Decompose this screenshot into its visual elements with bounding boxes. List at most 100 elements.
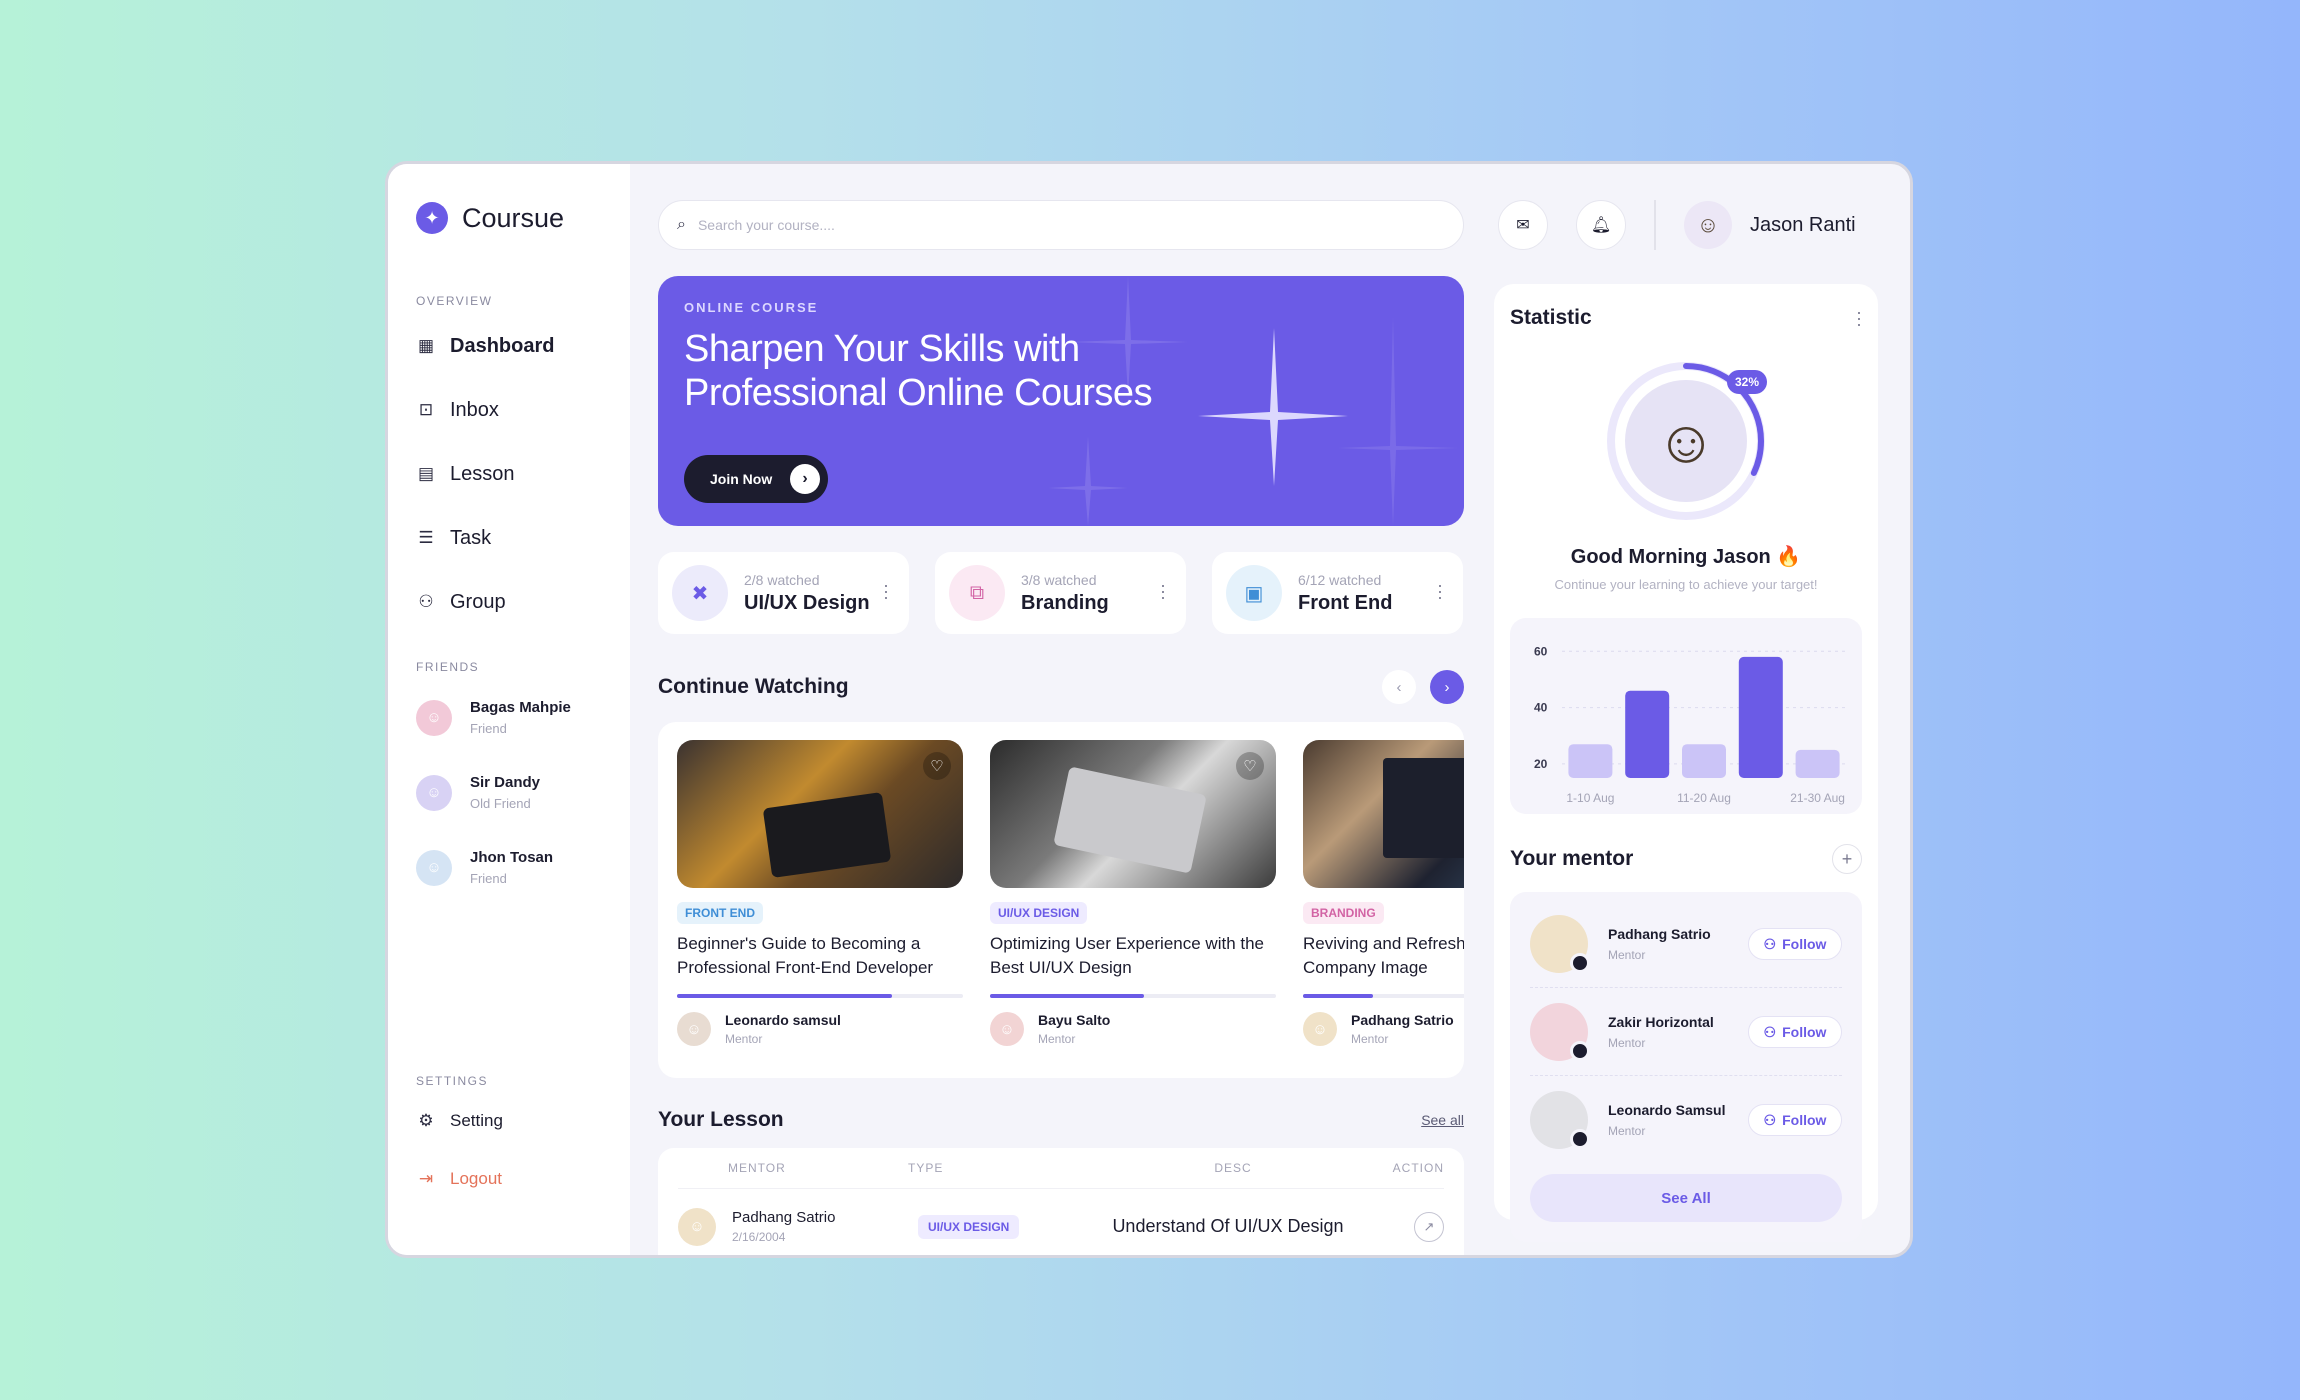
friend-item[interactable]: ☺ Bagas Mahpie Friend [416, 680, 630, 755]
chart-bar[interactable] [1625, 690, 1670, 778]
nav-dashboard[interactable]: ▦ Dashboard [416, 314, 630, 378]
video-thumbnail[interactable]: ♡ [990, 740, 1276, 888]
heart-icon[interactable]: ♡ [923, 752, 951, 780]
add-mentor-button[interactable]: + [1832, 844, 1862, 874]
hero-eyebrow: ONLINE COURSE [684, 300, 819, 315]
app-logo[interactable]: ✦ Coursue [416, 202, 630, 234]
chart-bar[interactable] [1738, 656, 1783, 778]
search-bar[interactable]: ⌕ [658, 200, 1464, 250]
video-tag: FRONT END [677, 902, 763, 924]
video-thumbnail[interactable]: ♡ [677, 740, 963, 888]
see-all-lessons-link[interactable]: See all [1421, 1112, 1464, 1128]
heart-icon[interactable]: ♡ [1236, 752, 1264, 780]
overview-label: OVERVIEW [416, 294, 493, 308]
follow-button[interactable]: ⚇ Follow [1748, 1104, 1842, 1136]
more-options-icon[interactable]: · · · [1856, 303, 1862, 333]
design-icon: ✖ [672, 565, 728, 621]
category-card[interactable]: ✖ 2/8 watched UI/UX Design · · · [658, 552, 909, 634]
branding-icon: ⧉ [949, 565, 1005, 621]
notification-button[interactable]: 🔔︎ [1576, 200, 1626, 250]
next-button[interactable]: › [1430, 670, 1464, 704]
nav-logout[interactable]: ⇥ Logout [416, 1150, 503, 1208]
settings-section: SETTINGS ⚙ Setting ⇥ Logout [416, 1074, 503, 1208]
nav-group[interactable]: ⚇ Group [416, 570, 630, 634]
open-lesson-button[interactable]: ↗ [1414, 1211, 1444, 1242]
friend-relation: Friend [470, 871, 507, 886]
list-item[interactable]: Zakir Horizontal Mentor ⚇ Follow [1530, 988, 1842, 1076]
table-row[interactable]: ☺ Padhang Satrio 2/16/2004 UI/UX DESIGN … [678, 1188, 1444, 1255]
continue-watching-title: Continue Watching [658, 675, 849, 698]
category-watched: 6/12 watched [1298, 571, 1382, 588]
mentor-section-title: Your mentor [1510, 847, 1634, 870]
main-content: ⌕ ONLINE COURSE Sharpen Your Skills with… [658, 200, 1464, 1255]
list-item[interactable]: Padhang Satrio Mentor ⚇ Follow [1530, 900, 1842, 988]
logout-icon: ⇥ [418, 1169, 434, 1188]
category-card[interactable]: ▣ 6/12 watched Front End · · · [1212, 552, 1463, 634]
category-name: Front End [1298, 591, 1393, 614]
app-window: ✦ Coursue OVERVIEW ▦ Dashboard ⊡ Inbox ▤… [385, 161, 1913, 1258]
video-thumbnail[interactable]: ♡ [1303, 740, 1464, 888]
friend-item[interactable]: ☺ Sir Dandy Old Friend [416, 755, 630, 830]
avatar: ☺ [416, 699, 452, 736]
monitor-illustration [1383, 758, 1464, 858]
y-tick-label: 20 [1534, 757, 1548, 771]
avatar [1530, 1091, 1590, 1149]
mail-button[interactable]: ✉ [1498, 200, 1548, 250]
lesson-icon: ▤ [417, 464, 435, 483]
category-watched: 2/8 watched [744, 571, 820, 588]
more-options-icon[interactable]: · · · [883, 576, 889, 606]
chart-bar[interactable] [1568, 744, 1613, 778]
follow-button[interactable]: ⚇ Follow [1748, 1016, 1842, 1048]
y-tick-label: 40 [1534, 701, 1548, 715]
video-progress [1303, 994, 1464, 998]
video-card[interactable]: ♡ BRANDING Reviving and Refresh Company … [1303, 740, 1464, 1078]
x-tick-label: 11-20 Aug [1677, 791, 1731, 805]
column-header: TYPE [908, 1161, 944, 1175]
mentor-list: Padhang Satrio Mentor ⚇ Follow Zakir Hori… [1510, 892, 1862, 1242]
follow-button[interactable]: ⚇ Follow [1748, 928, 1842, 960]
nav-setting[interactable]: ⚙ Setting [416, 1092, 503, 1150]
mentor-name: Bayu Salto [1038, 1012, 1111, 1028]
mentor-name: Padhang Satrio [1351, 1012, 1454, 1028]
video-card[interactable]: ♡ FRONT END Beginner's Guide to Becoming… [677, 740, 963, 1078]
prev-button[interactable]: ‹ [1382, 670, 1416, 704]
dashboard-icon: ▦ [417, 336, 435, 355]
search-input[interactable] [697, 217, 1298, 233]
avatar [1530, 914, 1590, 973]
sidebar: ✦ Coursue OVERVIEW ▦ Dashboard ⊡ Inbox ▤… [388, 164, 630, 1255]
friends-label: FRIENDS [416, 660, 480, 674]
video-progress [677, 994, 963, 998]
chart-bar[interactable] [1795, 749, 1840, 778]
mail-icon: ✉ [1516, 217, 1530, 234]
video-card[interactable]: ♡ UI/UX DESIGN Optimizing User Experienc… [990, 740, 1276, 1078]
video-progress [990, 994, 1276, 998]
friend-name: Jhon Tosan [470, 849, 554, 866]
nav-task[interactable]: ☰ Task [416, 506, 630, 570]
video-title: Optimizing User Experience with the Best… [990, 934, 1265, 977]
more-options-icon[interactable]: · · · [1437, 576, 1443, 606]
friend-item[interactable]: ☺ Jhon Tosan Friend [416, 830, 630, 905]
statistic-panel: Statistic · · · ☺ 32% Good Morning Jason 🔥… [1494, 284, 1878, 1242]
greeting-subtitle: Continue your learning to achieve your t… [1554, 577, 1818, 592]
chevron-left-icon: ‹ [1396, 678, 1402, 696]
nav-lesson[interactable]: ▤ Lesson [416, 442, 630, 506]
nav-inbox[interactable]: ⊡ Inbox [416, 378, 630, 442]
top-bar-actions: ✉ 🔔︎ ☺ Jason Ranti [1498, 200, 1856, 250]
list-item[interactable]: Leonardo Samsul Mentor ⚇ Follow [1530, 1076, 1842, 1164]
settings-label: SETTINGS [416, 1074, 489, 1088]
laptop-illustration [1053, 766, 1207, 874]
category-card[interactable]: ⧉ 3/8 watched Branding · · · [935, 552, 1186, 634]
see-all-mentors-button[interactable]: See All [1530, 1174, 1842, 1222]
avatar: ☺ [1303, 1012, 1337, 1046]
avatar: ☺ [416, 849, 452, 886]
user-profile[interactable]: ☺ Jason Ranti [1684, 201, 1856, 249]
mentor-role: Mentor [1608, 947, 1646, 962]
join-now-button[interactable]: Join Now › [684, 455, 828, 503]
friend-name: Bagas Mahpie [470, 699, 571, 716]
activity-chart: 20 40 60 1-10 Aug 11-20 Aug 21-30 Aug [1510, 618, 1862, 814]
join-now-label: Join Now [710, 471, 773, 487]
chart-bar[interactable] [1682, 744, 1726, 778]
video-tag: BRANDING [1303, 902, 1384, 924]
plus-icon: + [1841, 848, 1853, 869]
more-options-icon[interactable]: · · · [1160, 576, 1166, 606]
